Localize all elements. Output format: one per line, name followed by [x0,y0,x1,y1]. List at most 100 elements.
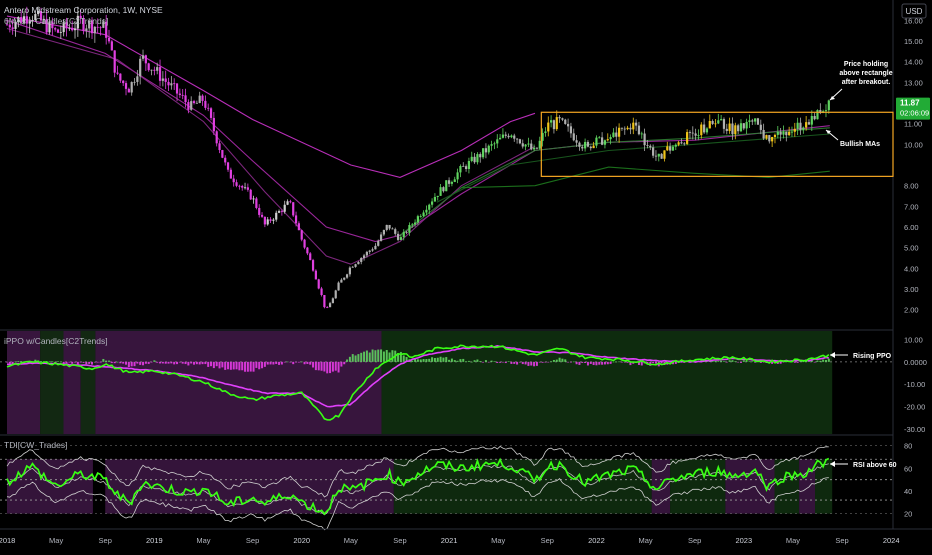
candle-body [527,143,530,145]
candle-body [671,146,675,151]
ppo-histogram-bar [153,360,156,362]
candle-body [754,118,757,122]
candle-body [501,134,505,138]
candle-body [697,135,700,136]
candle-body [311,260,315,271]
ppo-histogram-bar [252,361,255,372]
candle-body [555,117,558,130]
candle-body [391,228,394,230]
candle-body [705,128,709,133]
symbol-title[interactable]: Antero Midstream Corporation, 1W, NYSE [4,5,163,15]
ppo-histogram-bar [482,361,485,363]
ppo-histogram-bar [108,360,111,362]
ppo-histogram-bar [147,361,150,364]
ppo-histogram-bar [567,361,570,363]
candle-body [275,212,278,220]
candle-body [756,118,760,125]
ppo-histogram-bar [238,361,241,371]
candle-body [643,133,646,146]
candle-body [243,187,247,189]
ppo-panel-title[interactable]: iPPO w/Candles[C2Trends] [4,336,108,346]
annotation-line-2: above rectangle [839,70,892,77]
candle-body [252,198,255,200]
price-axis-tick: 2.00 [904,306,919,315]
candle-body [711,120,714,124]
ppo-zone-band [95,331,382,434]
ppo-histogram-bar [122,361,125,364]
candle-body [487,145,490,153]
ppo-histogram-bar [654,361,657,364]
candle-body [810,116,813,125]
ppo-histogram-bar [59,361,62,363]
candle-body [649,145,652,148]
ppo-histogram-bar [564,359,567,362]
candle [249,188,252,201]
ppo-histogram-bar [212,361,215,369]
ppo-histogram-bar [470,361,473,363]
ppo-histogram-bar [612,361,615,363]
ppo-histogram-bar [490,360,493,362]
ppo-histogram-bar [76,361,79,365]
candle-body [646,145,649,146]
ppo-zone-band [381,331,833,434]
candle-body [708,120,711,129]
candle-body [666,146,669,151]
ma-study-title[interactable]: 6MAs + Candles[C2Trends] [4,16,108,26]
ppo-histogram-bar [266,361,269,365]
ppo-histogram-bar [133,361,136,367]
time-axis-tick: Sep [541,536,554,545]
ppo-histogram-bar [99,361,102,363]
ppo-histogram-bar [354,355,357,362]
candle-body [683,143,686,145]
time-axis-tick: May [49,536,63,545]
candle-body [626,127,629,130]
chart-canvas[interactable]: Antero Midstream Corporation, 1W, NYSE 6… [0,0,932,550]
ppo-histogram-bar [275,361,278,364]
ppo-histogram-bar [246,361,249,372]
ppo-histogram-bar [334,361,337,371]
ppo-histogram-bar [725,361,728,363]
candle-body [136,76,139,82]
ppo-histogram-bar [255,361,258,368]
time-axis-tick: 2018 [0,536,15,545]
candle-body [498,137,502,140]
candle-body [734,125,737,135]
ppo-histogram-bar [521,361,524,365]
candle-body [334,290,337,299]
candle-body [93,26,96,34]
candle-body [71,27,74,31]
candle-body [584,141,587,149]
ppo-histogram-bar [312,361,315,368]
last-price-value: 11.87 [900,99,920,108]
candle-body [807,122,811,125]
ppo-histogram-bar [82,361,85,363]
candle-body [218,143,221,151]
ppo-histogram-bar [578,361,581,365]
currency-label: USD [906,7,923,16]
ppo-axis-tick: -30.00 [904,425,925,434]
price-axis-tick: 11.00 [904,120,922,129]
candle-body [11,27,14,29]
ppo-histogram-bar [589,361,592,364]
candle-body [238,185,241,187]
candle-body [567,123,570,127]
ppo-histogram-bar [8,361,11,364]
candle-body [68,27,71,29]
candle-body [201,95,204,101]
candle-body [382,229,386,235]
candle-body [292,202,295,216]
tdi-panel-title[interactable]: TDI[CW_Trades] [4,440,67,450]
candle-body [272,219,275,221]
candle-body [260,214,264,217]
ppo-histogram-bar [609,361,612,364]
candle-body [799,122,802,130]
ppo-histogram-bar [518,361,521,363]
ppo-histogram-bar [371,349,374,362]
ppo-histogram-bar [544,361,547,363]
ppo-histogram-bar [20,361,23,362]
candle-body [572,133,575,141]
candle-body [748,120,751,122]
candle-body [215,131,218,144]
tdi-zone-band [799,459,816,514]
ppo-histogram-bar [601,361,604,365]
